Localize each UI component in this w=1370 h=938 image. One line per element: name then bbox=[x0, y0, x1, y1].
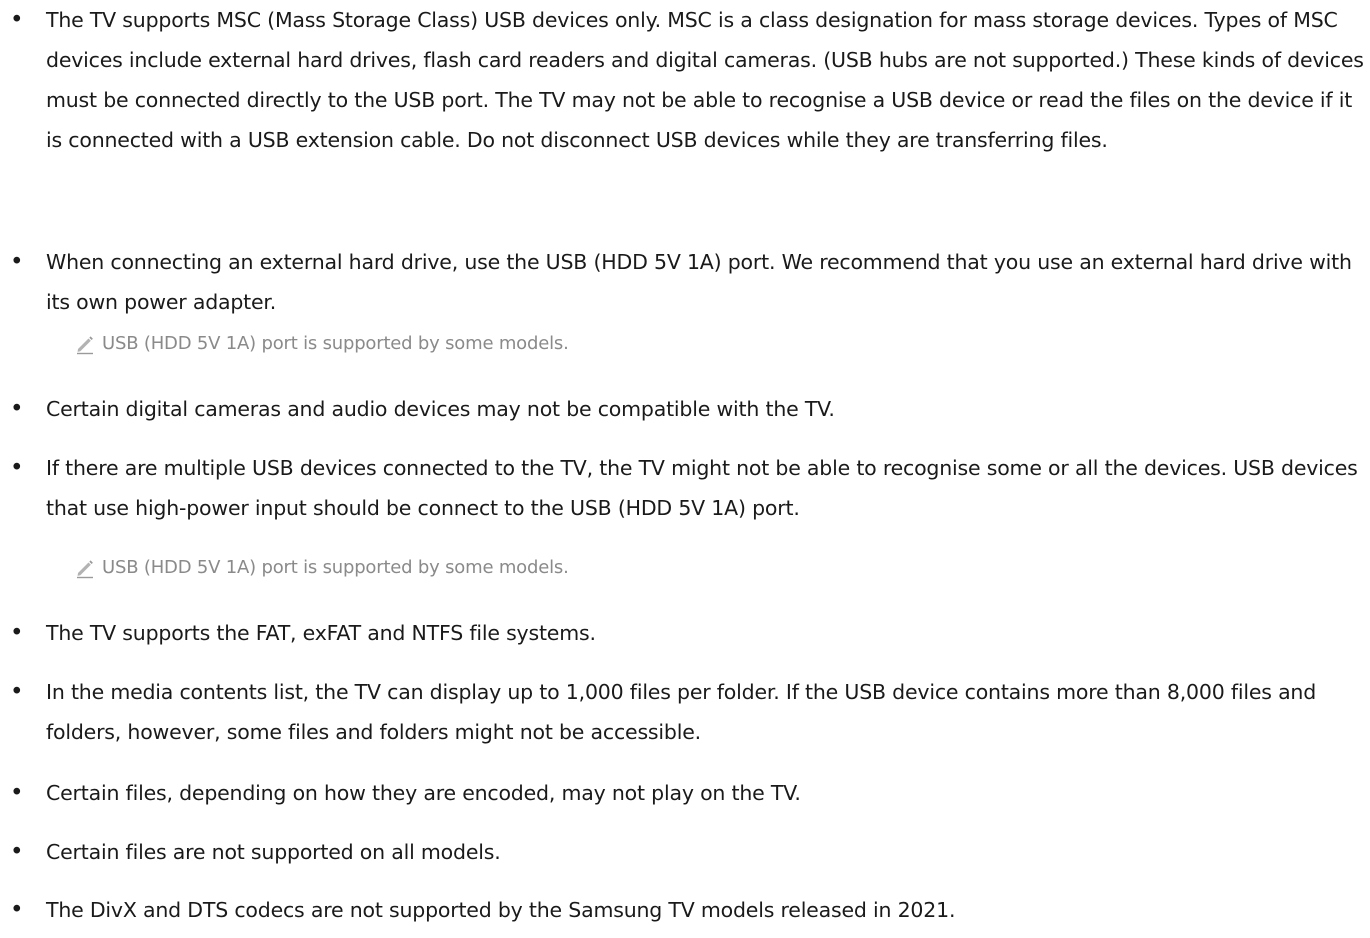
bullet-marker: • bbox=[10, 620, 24, 646]
list-item-text: When connecting an external hard drive, … bbox=[46, 250, 1352, 314]
note-text: USB (HDD 5V 1A) port is supported by som… bbox=[102, 333, 569, 354]
bullet-marker: • bbox=[10, 455, 24, 481]
note: USB (HDD 5V 1A) port is supported by som… bbox=[0, 328, 1370, 360]
list-item-text: Certain digital cameras and audio device… bbox=[46, 397, 835, 421]
bullet-marker: • bbox=[10, 780, 24, 806]
bullet-marker: • bbox=[10, 7, 24, 33]
pencil-icon bbox=[77, 336, 93, 355]
bullet-marker: • bbox=[10, 396, 24, 422]
bullet-marker: • bbox=[10, 249, 24, 275]
list-item-text: In the media contents list, the TV can d… bbox=[46, 680, 1317, 744]
list-item-text: Certain files, depending on how they are… bbox=[46, 781, 801, 805]
list-item: • When connecting an external hard drive… bbox=[0, 242, 1370, 322]
list-item-text: The TV supports MSC (Mass Storage Class)… bbox=[46, 8, 1364, 152]
list-item: • Certain files, depending on how they a… bbox=[0, 773, 1370, 813]
note-text: USB (HDD 5V 1A) port is supported by som… bbox=[102, 557, 569, 578]
note: USB (HDD 5V 1A) port is supported by som… bbox=[0, 552, 1370, 584]
pencil-icon bbox=[77, 560, 93, 579]
list-item-text: If there are multiple USB devices connec… bbox=[46, 456, 1358, 520]
list-item: • The TV supports the FAT, exFAT and NTF… bbox=[0, 613, 1370, 653]
list-item: • The DivX and DTS codecs are not suppor… bbox=[0, 890, 1370, 930]
list-item-text: The DivX and DTS codecs are not supporte… bbox=[46, 898, 956, 922]
list-item: • Certain files are not supported on all… bbox=[0, 832, 1370, 872]
list-item-text: Certain files are not supported on all m… bbox=[46, 840, 501, 864]
bullet-marker: • bbox=[10, 679, 24, 705]
list-item: • In the media contents list, the TV can… bbox=[0, 672, 1370, 752]
bullet-marker: • bbox=[10, 839, 24, 865]
list-item: • Certain digital cameras and audio devi… bbox=[0, 389, 1370, 429]
list-item-text: The TV supports the FAT, exFAT and NTFS … bbox=[46, 621, 596, 645]
bullet-marker: • bbox=[10, 897, 24, 923]
list-item: • If there are multiple USB devices conn… bbox=[0, 448, 1370, 528]
list-item: • The TV supports MSC (Mass Storage Clas… bbox=[0, 0, 1370, 200]
